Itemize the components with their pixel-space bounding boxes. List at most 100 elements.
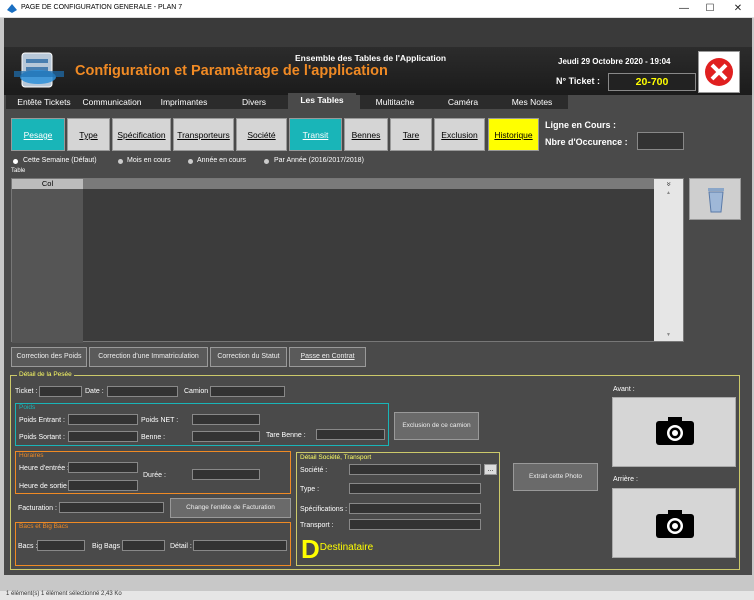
- extrait-photo-button[interactable]: Extrait cette Photo: [513, 463, 598, 491]
- transport-label: Transport :: [300, 522, 334, 529]
- data-grid[interactable]: Col » ▲ ▼: [11, 178, 684, 343]
- exclusion-camion-button[interactable]: Exclusion de ce camion: [394, 412, 479, 440]
- header-subtitle: Ensemble des Tables de l'Application: [295, 53, 447, 63]
- tab-communication[interactable]: Communication: [76, 95, 148, 109]
- change-entete-facturation-button[interactable]: Change l'entête de Facturation: [170, 498, 291, 518]
- societe-legend: Détail Société, Transport: [300, 454, 372, 461]
- close-icon: [705, 58, 733, 86]
- window-title: PAGE DE CONFIGURATION GENERALE - PLAN 7: [21, 4, 183, 11]
- big-bags-field[interactable]: [122, 540, 165, 551]
- correction-poids-button[interactable]: Correction des Poids: [11, 347, 87, 367]
- occurence-value-field[interactable]: [637, 132, 684, 150]
- table-caption: Table: [11, 168, 26, 174]
- bacs-legend: Bacs et Big Bacs: [19, 523, 69, 530]
- tare-benne-label: Tare Benne :: [266, 432, 306, 439]
- horaires-legend: Horaires: [19, 452, 44, 459]
- status-text: 1 élément(s) 1 élément sélectionné 2,43 …: [6, 591, 122, 597]
- arriere-label: Arrière :: [613, 476, 638, 483]
- destinataire-initial: D: [301, 534, 320, 564]
- camera-icon: [656, 510, 694, 538]
- window-close-button[interactable]: ✕: [724, 0, 752, 18]
- scroll-up-button[interactable]: ▲: [654, 190, 683, 198]
- radio-semaine[interactable]: [13, 159, 18, 164]
- poids-sortant-field[interactable]: [68, 431, 138, 442]
- minimize-button[interactable]: —: [670, 0, 698, 18]
- subtab-societe[interactable]: Société: [236, 118, 287, 151]
- ticket-field[interactable]: [39, 386, 82, 397]
- subtab-exclusion[interactable]: Exclusion: [434, 118, 485, 151]
- photo-arriere[interactable]: [612, 488, 736, 558]
- scroll-down-button[interactable]: ▼: [654, 332, 683, 340]
- avant-label: Avant :: [613, 386, 635, 393]
- tab-les-tables[interactable]: Les Tables: [288, 93, 356, 109]
- header: Ensemble des Tables de l'Application Con…: [4, 47, 752, 95]
- facturation-label: Facturation :: [18, 505, 57, 512]
- poids-sortant-label: Poids Sortant :: [19, 434, 65, 441]
- top-band: [4, 18, 752, 47]
- societe-browse-button[interactable]: ...: [484, 464, 497, 475]
- specifications-field[interactable]: [349, 503, 481, 514]
- tab-multitache[interactable]: Multitache: [360, 95, 430, 109]
- tab-entete-tickets[interactable]: Entête Tickets: [6, 95, 82, 109]
- radio-semaine-label: Cette Semaine (Défaut): [23, 157, 97, 164]
- grid-col-header[interactable]: Col: [12, 179, 83, 189]
- date-field[interactable]: [107, 386, 178, 397]
- correction-immatriculation-button[interactable]: Correction d'une Immatriculation: [89, 347, 208, 367]
- maximize-button[interactable]: ☐: [696, 0, 724, 18]
- app-icon: [7, 4, 17, 13]
- photo-avant[interactable]: [612, 397, 736, 467]
- passe-contrat-button[interactable]: Passe en Contrat: [289, 347, 366, 367]
- close-app-button[interactable]: [698, 51, 740, 93]
- subtab-bennes[interactable]: Bennes: [344, 118, 388, 151]
- type-field[interactable]: [349, 483, 481, 494]
- poids-net-label: Poids NET :: [141, 417, 179, 424]
- correction-statut-button[interactable]: Correction du Statut: [210, 347, 287, 367]
- detail-bacs-field[interactable]: [193, 540, 287, 551]
- camion-field-label: Camion :: [184, 388, 213, 395]
- subtab-transit[interactable]: Transit: [289, 118, 342, 151]
- duree-field[interactable]: [192, 469, 260, 480]
- subtab-specification[interactable]: Spécification: [112, 118, 171, 151]
- tare-benne-field[interactable]: [316, 429, 385, 440]
- server-logo-icon: [14, 52, 64, 88]
- subtab-historique[interactable]: Historique: [488, 118, 539, 151]
- radio-annee[interactable]: [188, 159, 193, 164]
- heure-entree-field[interactable]: [68, 462, 138, 473]
- camion-field[interactable]: [210, 386, 285, 397]
- radio-par-annee[interactable]: [264, 159, 269, 164]
- destinataire-text: Destinataire: [319, 542, 374, 553]
- benne-label: Benne :: [141, 434, 166, 441]
- grid-scrollbar[interactable]: » ▲ ▼: [654, 179, 683, 341]
- subtab-type[interactable]: Type: [67, 118, 110, 151]
- bacs-field[interactable]: [37, 540, 85, 551]
- poids-entrant-label: Poids Entrant :: [19, 417, 65, 424]
- tab-imprimantes[interactable]: Imprimantes: [148, 95, 220, 109]
- detail-legend: Détail de la Pesée: [17, 371, 74, 378]
- date-field-label: Date :: [85, 388, 104, 395]
- ticket-field-label: Ticket :: [15, 388, 38, 395]
- status-bar: 1 élément(s) 1 élément sélectionné 2,43 …: [0, 591, 754, 600]
- subtab-transporteurs[interactable]: Transporteurs: [173, 118, 234, 151]
- poids-entrant-field[interactable]: [68, 414, 138, 425]
- benne-field[interactable]: [192, 431, 260, 442]
- radio-annee-label: Année en cours: [197, 157, 247, 164]
- facturation-field[interactable]: [59, 502, 164, 513]
- radio-mois[interactable]: [118, 159, 123, 164]
- delete-button[interactable]: [689, 178, 741, 220]
- current-date: Jeudi 29 Octobre 2020 - 19:04: [558, 57, 671, 66]
- tab-divers[interactable]: Divers: [220, 95, 288, 109]
- societe-field[interactable]: [349, 464, 481, 475]
- heure-sortie-field[interactable]: [68, 480, 138, 491]
- detail-bacs-label: Détail :: [170, 543, 192, 550]
- specifications-label: Spécifications :: [300, 506, 348, 513]
- heure-entree-label: Heure d'entrée :: [19, 465, 69, 472]
- poids-net-field[interactable]: [192, 414, 260, 425]
- ticket-label: N° Ticket :: [556, 76, 600, 86]
- grid-row-header-column: [12, 179, 83, 343]
- tab-mes-notes[interactable]: Mes Notes: [496, 95, 568, 109]
- tab-camera[interactable]: Caméra: [430, 95, 496, 109]
- subtab-tare[interactable]: Tare: [390, 118, 432, 151]
- subtab-pesage[interactable]: Pesage: [11, 118, 65, 151]
- transport-field[interactable]: [349, 519, 481, 530]
- societe-label: Société :: [300, 467, 328, 474]
